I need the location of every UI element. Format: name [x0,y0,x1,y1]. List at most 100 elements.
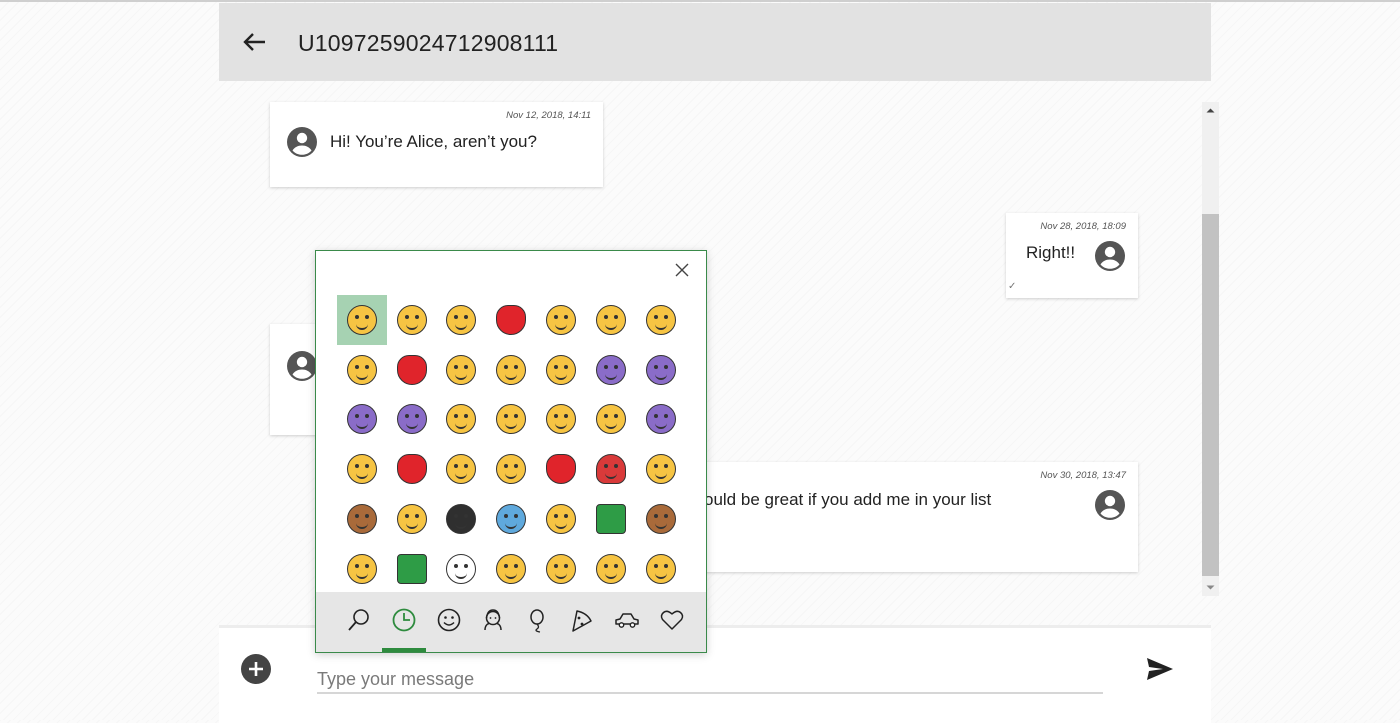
emoji-icon [496,304,527,335]
emoji-cell[interactable] [387,544,437,589]
emoji-cell[interactable] [586,494,636,544]
avatar-icon [1094,489,1126,521]
balloon-icon[interactable] [522,604,554,636]
emoji-cell[interactable] [636,345,686,395]
emoji-cell[interactable] [536,395,586,445]
emoji-icon [446,304,477,335]
emoji-icon [446,354,477,385]
emoji-cell[interactable] [337,345,387,395]
emoji-cell[interactable] [437,444,487,494]
emoji-icon [546,504,577,535]
emoji-cell[interactable] [486,494,536,544]
scroll-up-icon[interactable] [1202,102,1219,119]
emoji-cell[interactable] [337,395,387,445]
emoji-icon [396,354,427,385]
emoji-cell[interactable] [586,295,636,345]
car-icon[interactable] [611,604,643,636]
emoji-icon [496,454,527,485]
emoji-cell[interactable] [437,295,487,345]
emoji-cell[interactable] [586,444,636,494]
emoji-cell[interactable] [486,444,536,494]
emoji-cell[interactable] [387,345,437,395]
emoji-cell[interactable] [387,395,437,445]
emoji-icon [645,304,676,335]
emoji-cell[interactable] [486,295,536,345]
message-text: Right!! [1026,243,1076,262]
emoji-icon [546,304,577,335]
emoji-icon [396,304,427,335]
emoji-icon [496,553,527,584]
emoji-cell[interactable] [636,295,686,345]
emoji-cell[interactable] [387,444,437,494]
emoji-cell[interactable] [586,544,636,589]
emoji-icon [396,504,427,535]
emoji-cell[interactable] [636,395,686,445]
emoji-cell[interactable] [437,345,487,395]
emoji-icon [645,553,676,584]
active-category-indicator [382,648,426,652]
emoji-icon [546,553,577,584]
emoji-picker [315,250,707,653]
emoji-cell[interactable] [636,494,686,544]
emoji-cell[interactable] [337,494,387,544]
emoji-cell[interactable] [337,544,387,589]
emoji-cell[interactable] [437,395,487,445]
emoji-icon [645,404,676,435]
emoji-cell[interactable] [337,444,387,494]
emoji-cell[interactable] [636,444,686,494]
emoji-cell[interactable] [586,345,636,395]
scroll-down-icon[interactable] [1202,579,1219,596]
message-text: ould be great if you add me in your list [704,490,992,509]
emoji-icon [346,354,377,385]
message-bubble: Nov 28, 2018, 18:09 Right!! ✓ [1006,213,1138,298]
heart-icon[interactable] [656,604,688,636]
smiley-icon[interactable] [433,604,465,636]
emoji-icon [645,504,676,535]
emoji-icon [595,404,626,435]
messages-scrollbar[interactable] [1202,102,1219,596]
message-timestamp: Nov 12, 2018, 14:11 [506,110,591,121]
message-text: Hi! You’re Alice, aren’t you? [330,132,537,151]
top-border [0,0,1400,2]
emoji-cell[interactable] [387,494,437,544]
emoji-icon [546,404,577,435]
chat-header: U1097259024712908111 [219,3,1211,81]
person-icon[interactable] [477,604,509,636]
clock-icon[interactable] [388,604,420,636]
emoji-cell[interactable] [536,295,586,345]
conversation-title: U1097259024712908111 [298,30,559,56]
emoji-cell[interactable] [586,395,636,445]
emoji-cell[interactable] [437,494,487,544]
emoji-icon [645,454,676,485]
emoji-icon [396,454,427,485]
emoji-icon [346,454,377,485]
emoji-icon [496,354,527,385]
emoji-cell[interactable] [337,295,387,345]
add-circle-icon[interactable] [240,653,272,685]
back-arrow-icon[interactable] [241,29,267,55]
message-timestamp: Nov 30, 2018, 13:47 [1040,470,1126,481]
scrollbar-thumb[interactable] [1202,214,1219,576]
close-icon[interactable] [674,262,690,278]
emoji-cell[interactable] [536,494,586,544]
message-input[interactable] [317,666,1103,694]
emoji-cell[interactable] [636,544,686,589]
read-check-icon: ✓ [1008,281,1017,292]
emoji-cell[interactable] [486,345,536,395]
emoji-icon [446,404,477,435]
send-icon[interactable] [1145,654,1175,684]
emoji-icon [446,553,477,584]
emoji-icon [595,454,626,485]
emoji-cell[interactable] [486,544,536,589]
search-icon[interactable] [343,604,375,636]
emoji-cell[interactable] [536,345,586,395]
emoji-cell[interactable] [486,395,536,445]
emoji-grid [337,295,687,589]
emoji-cell[interactable] [437,544,487,589]
avatar-icon [1094,240,1126,272]
emoji-cell[interactable] [536,444,586,494]
emoji-cell[interactable] [536,544,586,589]
emoji-cell[interactable] [387,295,437,345]
pizza-icon[interactable] [566,604,598,636]
emoji-icon [346,304,377,335]
